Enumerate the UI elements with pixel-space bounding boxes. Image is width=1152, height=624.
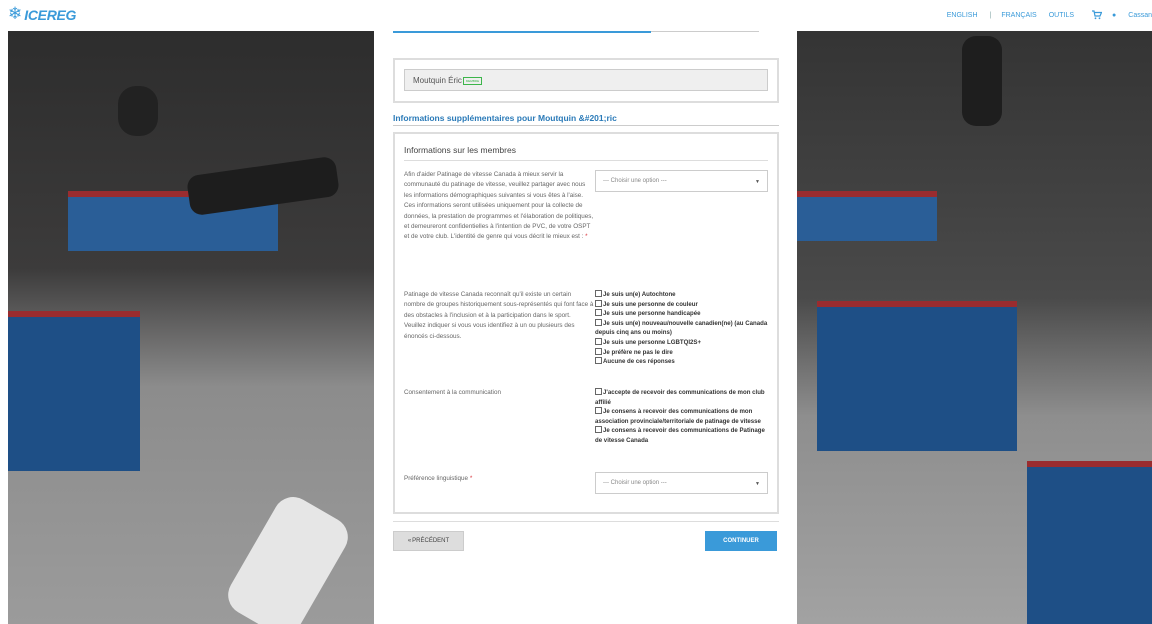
checkbox-nouveau-canadien[interactable]: Je suis un(e) nouveau/nouvelle canadien(… <box>595 318 770 338</box>
nav-outils[interactable]: OUTILS <box>1049 12 1074 19</box>
checkbox[interactable] <box>595 357 602 365</box>
checkbox-lgbtqi2s[interactable]: Je suis une personne LGBTQI2S+ <box>595 337 770 348</box>
rink-mat <box>817 301 1017 451</box>
checkbox-consent-pvc[interactable]: Je consens à recevoir des communications… <box>595 426 770 445</box>
checkbox-consent-club[interactable]: J'accepte de recevoir des communications… <box>595 388 770 407</box>
skater-figure <box>220 489 356 624</box>
top-nav: ENGLISH | FRANÇAIS OUTILS ● Cassan <box>947 10 1152 20</box>
checkbox-label: Je consens à recevoir des communications… <box>595 427 765 444</box>
member-badge: MEMBRE <box>462 76 483 85</box>
checkbox-label: Je préfère ne pas le dire <box>603 348 673 356</box>
checkbox-label: J'accepte de recevoir des communications… <box>595 389 765 406</box>
checkbox[interactable] <box>595 318 602 326</box>
gender-select-value: --- Choisir une option --- <box>603 178 667 184</box>
logo-text: ICEREG <box>24 6 77 23</box>
language-select-value: --- Choisir une option --- <box>603 480 667 486</box>
required-mark: * <box>469 475 473 482</box>
checkbox-label: Aucune de ces réponses <box>603 358 675 366</box>
nav-english[interactable]: ENGLISH <box>947 12 978 19</box>
divider <box>393 125 779 126</box>
previous-button[interactable]: «PRÉCÉDENT <box>393 531 464 551</box>
continue-button-label: CONTINUER <box>723 538 759 544</box>
checkbox[interactable] <box>595 290 602 297</box>
checkbox-prefere-ne-pas-dire[interactable]: Je préfère ne pas le dire <box>595 347 770 358</box>
consent-question-text: Consentement à la communication <box>404 389 501 396</box>
user-icon[interactable]: ● <box>1112 12 1116 19</box>
checkbox-label: Je consens à recevoir des communications… <box>595 408 761 425</box>
nav-separator: | <box>989 11 992 19</box>
checkbox-handicapee[interactable]: Je suis une personne handicapée <box>595 309 770 319</box>
checkbox[interactable] <box>595 299 602 307</box>
gender-question: Afin d'aider Patinage de vitesse Canada … <box>404 170 594 243</box>
continue-button[interactable]: CONTINUER <box>705 531 777 551</box>
checkbox-label: Je suis une personne handicapée <box>603 310 701 318</box>
language-question-text: Préférence linguistique <box>404 475 469 482</box>
checkbox[interactable] <box>595 407 602 415</box>
groups-question-text: Patinage de vitesse Canada reconnaît qu'… <box>404 291 594 340</box>
caret-down-icon: ▼ <box>755 179 760 185</box>
checkbox-autochtone[interactable]: Je suis un(e) Autochtone <box>595 290 770 300</box>
checkbox[interactable] <box>595 309 602 317</box>
checkbox-label: Je suis une personne de couleur <box>603 300 698 308</box>
rink-mat <box>8 311 140 471</box>
top-bar: ❄ ICEREG ENGLISH | FRANÇAIS OUTILS ● Cas… <box>0 0 1152 31</box>
checkbox-couleur[interactable]: Je suis une personne de couleur <box>595 299 770 310</box>
language-question: Préférence linguistique * <box>404 474 594 484</box>
rink-mat <box>797 191 937 241</box>
checkbox[interactable] <box>595 337 602 345</box>
checkbox[interactable] <box>595 347 602 355</box>
nav-user-name[interactable]: Cassan <box>1128 12 1152 19</box>
registration-panel: Moutquin Éric MEMBRE Informations supplém… <box>374 31 797 624</box>
background-left <box>8 31 374 624</box>
required-mark: * <box>585 233 588 241</box>
progress-line <box>393 31 651 33</box>
skater-figure <box>962 36 1002 126</box>
checkbox[interactable] <box>595 426 602 434</box>
logo[interactable]: ❄ ICEREG <box>8 6 76 23</box>
snowflake-icon: ❄ <box>8 4 23 24</box>
section-title: Informations supplémentaires pour Moutqu… <box>393 113 617 123</box>
checkbox-consent-provincial[interactable]: Je consens à recevoir des communications… <box>595 407 770 426</box>
checkbox[interactable] <box>595 388 602 395</box>
member-name: Moutquin Éric <box>413 76 462 85</box>
previous-button-label: PRÉCÉDENT <box>412 538 450 544</box>
caret-down-icon: ▼ <box>755 481 760 487</box>
member-box: Moutquin Éric MEMBRE <box>393 58 779 103</box>
checkbox-label: Je suis une personne LGBTQI2S+ <box>603 338 702 346</box>
info-box-title: Informations sur les membres <box>404 145 516 155</box>
cart-icon[interactable] <box>1092 10 1103 20</box>
language-select[interactable]: --- Choisir une option --- ▼ <box>595 472 768 494</box>
gender-question-text: Afin d'aider Patinage de vitesse Canada … <box>404 171 594 241</box>
divider <box>393 521 779 522</box>
rink-mat <box>1027 461 1152 624</box>
consent-checkbox-list: J'accepte de recevoir des communications… <box>595 388 770 446</box>
background-right <box>797 31 1152 624</box>
member-name-field: Moutquin Éric MEMBRE <box>404 69 768 91</box>
divider <box>404 160 768 161</box>
member-info-box: Informations sur les membres Afin d'aide… <box>393 132 779 514</box>
gender-select[interactable]: --- Choisir une option --- ▼ <box>595 170 768 192</box>
skater-figure <box>118 86 158 136</box>
checkbox-aucune[interactable]: Aucune de ces réponses <box>595 357 770 367</box>
checkbox-label: Je suis un(e) nouveau/nouvelle canadien(… <box>595 319 768 337</box>
checkbox-label: Je suis un(e) Autochtone <box>603 291 676 298</box>
groups-checkbox-list: Je suis un(e) Autochtone Je suis une per… <box>595 290 770 367</box>
double-chevron-left-icon: « <box>407 538 412 544</box>
divider <box>651 31 759 32</box>
nav-francais[interactable]: FRANÇAIS <box>1001 12 1036 19</box>
